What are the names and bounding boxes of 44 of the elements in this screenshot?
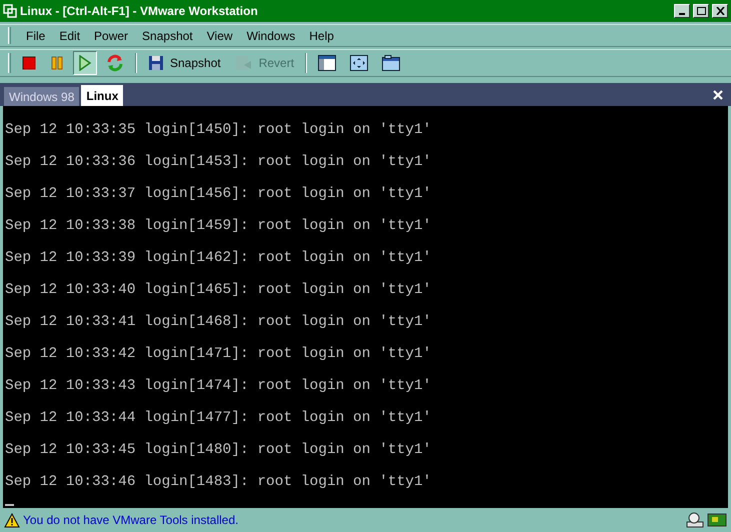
menu-item[interactable]: Help bbox=[302, 26, 341, 44]
console-line: Sep 12 10:33:41 login[1468]: root login on 'tty1' bbox=[5, 313, 432, 332]
console-line: Sep 12 10:33:43 login[1474]: root login on 'tty1' bbox=[5, 377, 432, 396]
console-line: Sep 12 10:33:36 login[1453]: root login on 'tty1' bbox=[5, 153, 432, 172]
reset-icon bbox=[106, 54, 124, 72]
close-icon bbox=[716, 7, 724, 15]
fullscreen-icon bbox=[350, 55, 368, 71]
sidebar-view-icon bbox=[318, 55, 336, 71]
close-icon bbox=[713, 90, 723, 100]
minimize-button[interactable] bbox=[674, 4, 690, 18]
console-line: Sep 12 10:33:40 login[1465]: root login on 'tty1' bbox=[5, 281, 432, 300]
network-card-icon[interactable] bbox=[707, 512, 727, 528]
menu-item[interactable]: File bbox=[19, 26, 52, 44]
close-tab-button[interactable] bbox=[713, 90, 723, 100]
stop-icon bbox=[22, 56, 36, 70]
status-message: You do not have VMware Tools installed. bbox=[23, 512, 240, 529]
play-icon bbox=[78, 55, 92, 71]
maximize-button[interactable] bbox=[693, 4, 709, 18]
window-title: Linux - [Ctrl-Alt-F1] - VMware Workstation bbox=[20, 3, 259, 20]
play-button[interactable] bbox=[73, 51, 97, 75]
tab[interactable]: Linux bbox=[81, 85, 124, 106]
console-line: Sep 12 10:33:37 login[1456]: root login on 'tty1' bbox=[5, 185, 432, 204]
console-line: Sep 12 10:33:39 login[1462]: root login on 'tty1' bbox=[5, 249, 432, 268]
console-line: Sep 12 10:33:42 login[1471]: root login on 'tty1' bbox=[5, 345, 432, 364]
revert-icon bbox=[234, 55, 253, 71]
app-icon bbox=[3, 4, 17, 18]
menu-item[interactable]: Power bbox=[87, 26, 136, 44]
floppy-icon bbox=[148, 55, 164, 71]
console-line: Sep 12 10:33:46 login[1483]: root login on 'tty1' bbox=[5, 473, 432, 492]
menu-item[interactable]: Snapshot bbox=[135, 26, 200, 44]
warning-icon bbox=[4, 512, 20, 528]
console-line: Sep 12 10:33:45 login[1480]: root login on 'tty1' bbox=[5, 441, 432, 460]
menu-item[interactable]: View bbox=[200, 26, 240, 44]
maximize-icon bbox=[696, 7, 706, 15]
pause-icon bbox=[50, 56, 64, 70]
cursor bbox=[5, 504, 14, 506]
menu-item[interactable]: Windows bbox=[240, 26, 302, 44]
console-line: Sep 12 10:33:35 login[1450]: root login on 'tty1' bbox=[5, 121, 432, 140]
menu-item[interactable]: Edit bbox=[52, 26, 88, 44]
window-icon bbox=[382, 55, 400, 71]
close-button[interactable] bbox=[712, 4, 728, 18]
snapshot-button[interactable]: Snapshot bbox=[143, 51, 226, 75]
console-line: Sep 12 10:33:38 login[1459]: root login on 'tty1' bbox=[5, 217, 432, 236]
console-line: Sep 12 10:33:44 login[1477]: root login on 'tty1' bbox=[5, 409, 432, 428]
